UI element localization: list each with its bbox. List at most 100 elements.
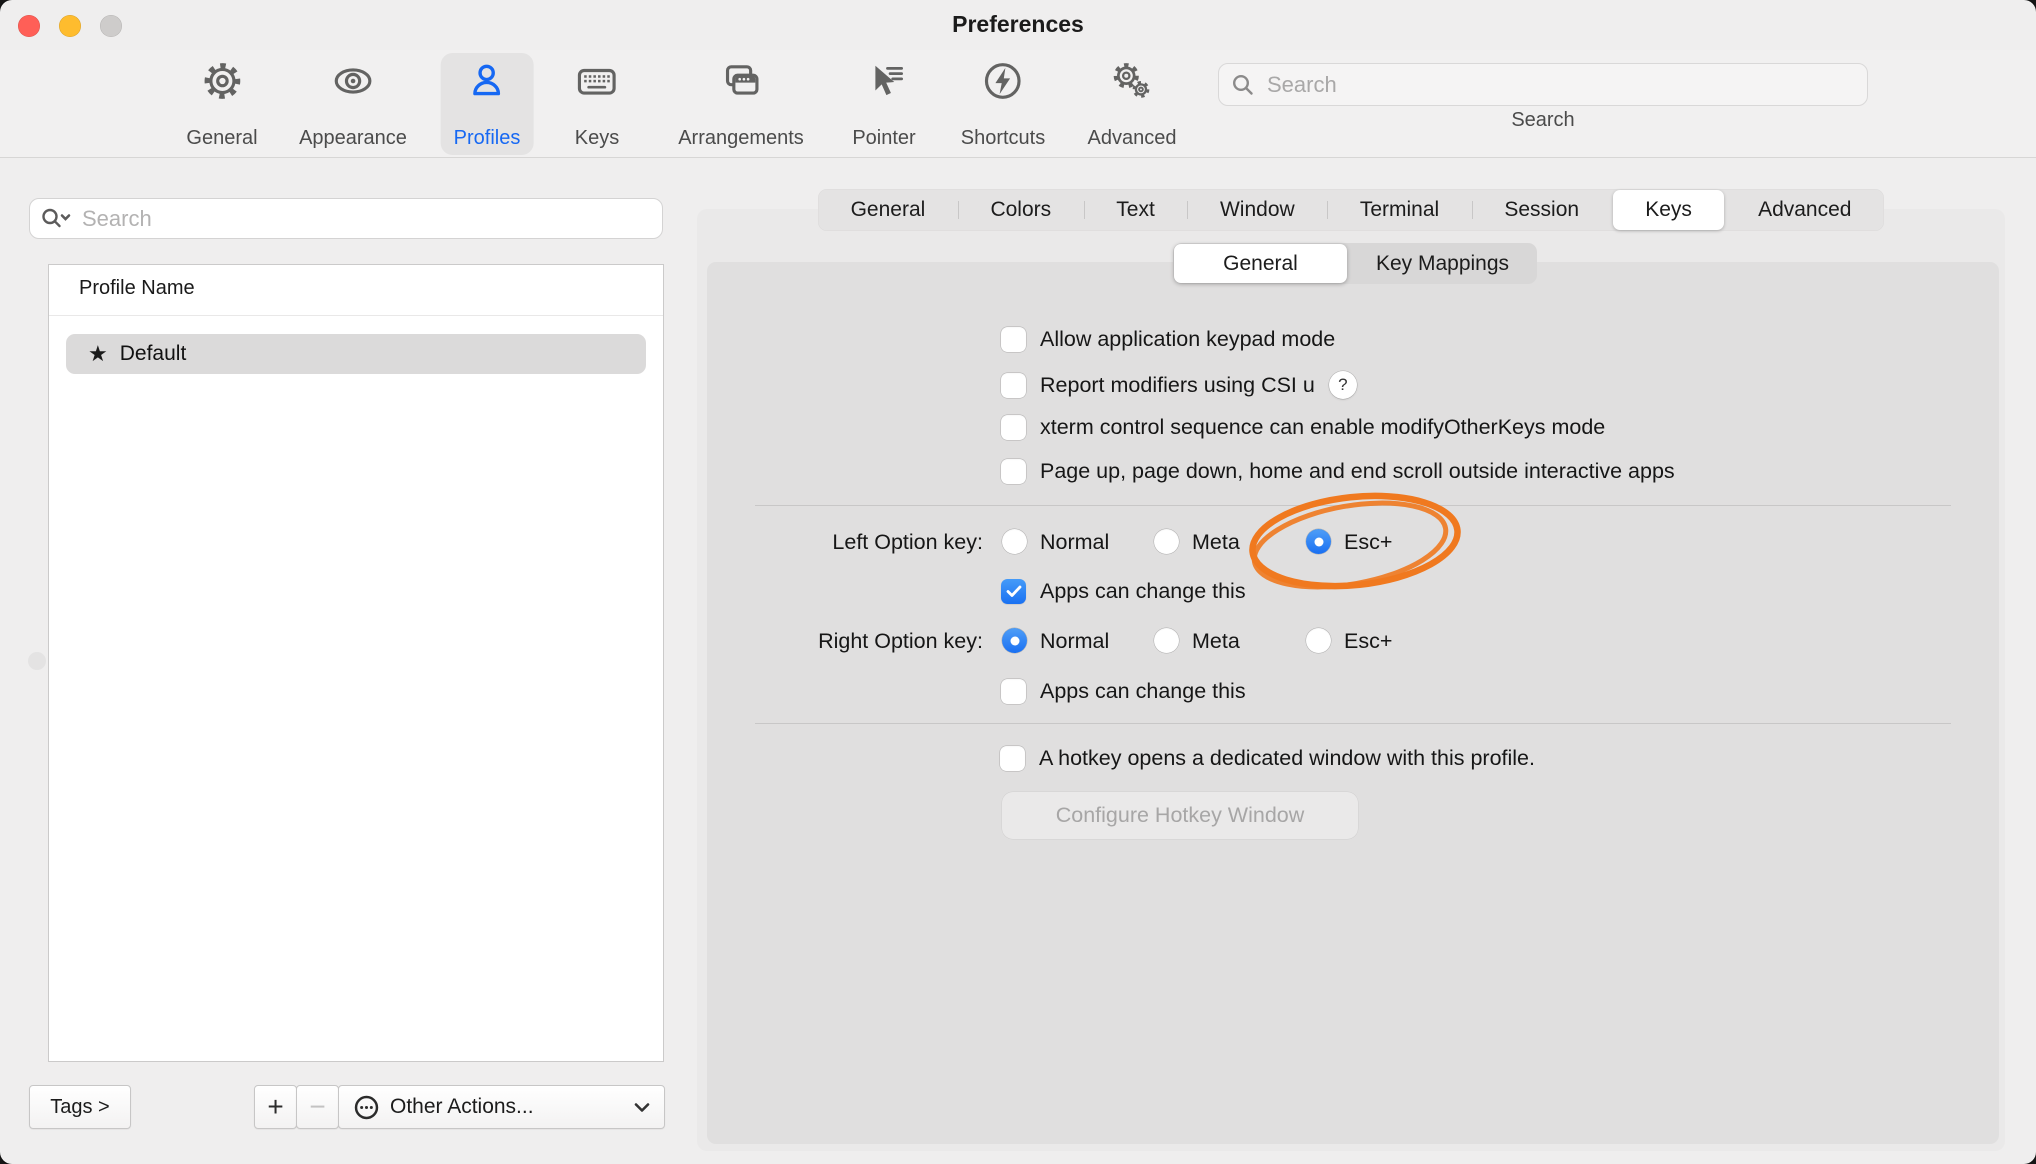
- tab-label: Colors: [990, 198, 1051, 222]
- profile-list: Profile Name ★ Default: [48, 264, 664, 1062]
- toolbar-search-field[interactable]: [1218, 63, 1868, 106]
- tab-label: General: [851, 198, 926, 222]
- radio-label: Esc+: [1344, 530, 1392, 555]
- toolbar-item-advanced[interactable]: Advanced: [1075, 53, 1190, 155]
- subtab-general[interactable]: General: [1174, 244, 1347, 283]
- right-apps-can-change-checkbox[interactable]: [1001, 679, 1026, 704]
- tab-terminal[interactable]: Terminal: [1327, 189, 1472, 231]
- left-option-key-label: Left Option key:: [735, 530, 983, 555]
- checkbox-row: Apps can change this: [1001, 579, 1246, 604]
- tags-button[interactable]: Tags >: [29, 1085, 131, 1129]
- title-bar: Preferences: [0, 0, 2036, 50]
- left-option-esc-radio[interactable]: [1306, 529, 1331, 554]
- chevron-down-icon: [634, 1102, 650, 1113]
- tags-button-label: Tags >: [50, 1096, 109, 1119]
- toolbar-search-label: Search: [1511, 109, 1574, 132]
- add-profile-button[interactable]: +: [254, 1085, 297, 1129]
- circled-ellipsis-icon: [353, 1094, 380, 1121]
- profile-row-default[interactable]: ★ Default: [66, 334, 646, 374]
- configure-hotkey-window-button[interactable]: Configure Hotkey Window: [1002, 792, 1358, 839]
- right-option-esc-radio[interactable]: [1306, 628, 1331, 653]
- tab-label: Text: [1116, 198, 1155, 222]
- profile-name-column-header: Profile Name: [79, 277, 195, 300]
- tab-window[interactable]: Window: [1187, 189, 1327, 231]
- header-divider: [49, 315, 663, 316]
- tab-label: Session: [1504, 198, 1579, 222]
- gears-icon: [1111, 58, 1153, 104]
- remove-profile-button[interactable]: −: [296, 1085, 339, 1129]
- tab-label: Window: [1220, 198, 1295, 222]
- radio-label: Normal: [1040, 629, 1109, 654]
- checkbox-row: A hotkey opens a dedicated window with t…: [1000, 746, 1535, 771]
- checkbox-row: Page up, page down, home and end scroll …: [1001, 459, 1675, 484]
- divider: [755, 505, 1951, 506]
- search-filter-icon: [40, 207, 72, 231]
- csi-u-checkbox[interactable]: [1001, 373, 1026, 398]
- checkbox-label: A hotkey opens a dedicated window with t…: [1039, 746, 1535, 771]
- toolbar-item-shortcuts[interactable]: Shortcuts: [948, 53, 1058, 155]
- checkbox-label: Apps can change this: [1040, 579, 1246, 604]
- toolbar-item-arrangements[interactable]: Arrangements: [665, 53, 817, 155]
- divider: [755, 723, 1951, 724]
- tab-keys[interactable]: Keys: [1613, 190, 1725, 230]
- gear-icon: [201, 58, 243, 104]
- button-label: Configure Hotkey Window: [1056, 803, 1305, 828]
- tab-text[interactable]: Text: [1084, 189, 1188, 231]
- right-option-normal-radio[interactable]: [1002, 628, 1027, 653]
- checkbox-row: xterm control sequence can enable modify…: [1001, 415, 1605, 440]
- toolbar-label: General: [186, 127, 257, 150]
- bolt-icon: [982, 58, 1024, 104]
- subtab-label: General: [1223, 252, 1298, 276]
- preferences-window: Preferences General Appearance: [0, 0, 2036, 1164]
- preferences-toolbar: General Appearance Profiles: [0, 50, 2036, 158]
- toolbar-item-profiles[interactable]: Profiles: [441, 53, 534, 155]
- other-actions-label: Other Actions...: [390, 1095, 534, 1119]
- check-icon: [1006, 585, 1022, 598]
- left-option-normal-radio[interactable]: [1002, 529, 1027, 554]
- radio-label: Meta: [1192, 530, 1240, 555]
- checkbox-label: Allow application keypad mode: [1040, 327, 1335, 352]
- toolbar-item-general[interactable]: General: [173, 53, 270, 155]
- profile-tabs: General Colors Text Window Terminal Sess…: [818, 189, 1884, 231]
- profiles-search-input[interactable]: [80, 205, 652, 233]
- checkbox-label: xterm control sequence can enable modify…: [1040, 415, 1605, 440]
- plus-icon: +: [267, 1091, 283, 1123]
- subtab-key-mappings[interactable]: Key Mappings: [1348, 243, 1537, 284]
- star-icon: ★: [88, 341, 108, 367]
- toolbar-label: Arrangements: [678, 127, 804, 150]
- left-option-meta-radio[interactable]: [1154, 529, 1179, 554]
- checkbox-label: Apps can change this: [1040, 679, 1246, 704]
- eye-icon: [332, 58, 374, 104]
- minus-icon: −: [309, 1091, 325, 1123]
- left-apps-can-change-checkbox[interactable]: [1001, 579, 1026, 604]
- toolbar-item-appearance[interactable]: Appearance: [286, 53, 420, 155]
- right-option-meta-radio[interactable]: [1154, 628, 1179, 653]
- toolbar-item-pointer[interactable]: Pointer: [839, 53, 928, 155]
- tab-session[interactable]: Session: [1472, 189, 1612, 231]
- page-scroll-checkbox[interactable]: [1001, 459, 1026, 484]
- toolbar-item-keys[interactable]: Keys: [562, 53, 632, 155]
- tab-general[interactable]: General: [818, 189, 958, 231]
- windows-icon: [720, 58, 762, 104]
- toolbar-label: Profiles: [454, 127, 521, 150]
- tab-colors[interactable]: Colors: [958, 189, 1084, 231]
- modify-other-keys-checkbox[interactable]: [1001, 415, 1026, 440]
- page-title: Preferences: [0, 11, 2036, 38]
- profile-name: Default: [120, 342, 187, 366]
- other-actions-dropdown[interactable]: Other Actions...: [338, 1085, 665, 1129]
- hotkey-window-checkbox[interactable]: [1000, 746, 1025, 771]
- help-button[interactable]: ?: [1329, 371, 1357, 399]
- toolbar-label: Advanced: [1088, 127, 1177, 150]
- keys-subtabs: General Key Mappings: [1173, 243, 1537, 284]
- toolbar-label: Pointer: [852, 127, 915, 150]
- right-option-key-label: Right Option key:: [735, 629, 983, 654]
- allow-keypad-checkbox[interactable]: [1001, 327, 1026, 352]
- search-input[interactable]: [1265, 71, 1855, 99]
- tab-advanced[interactable]: Advanced: [1725, 189, 1884, 231]
- checkbox-row: Apps can change this: [1001, 679, 1246, 704]
- checkbox-row: Allow application keypad mode: [1001, 327, 1335, 352]
- keyboard-icon: [576, 58, 618, 104]
- toolbar-label: Appearance: [299, 127, 407, 150]
- splitter-handle-dot[interactable]: [28, 652, 46, 670]
- profiles-search-field[interactable]: [29, 198, 663, 239]
